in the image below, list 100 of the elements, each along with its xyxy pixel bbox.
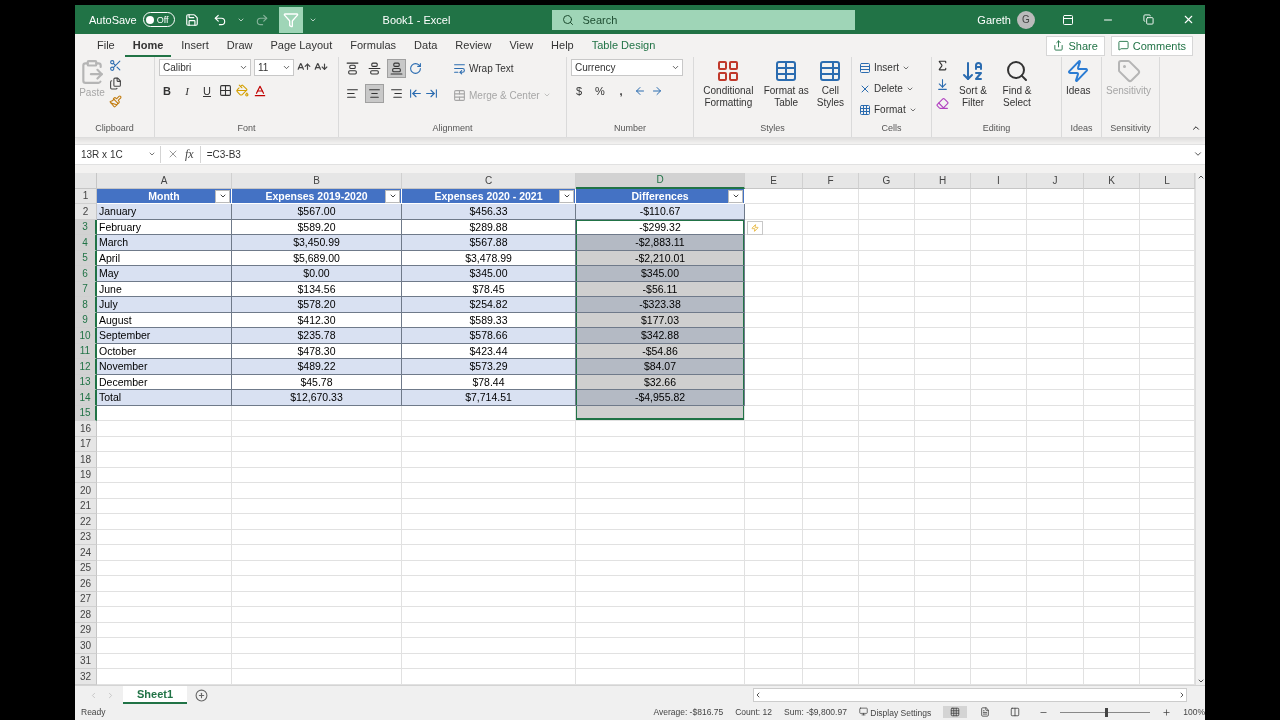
scroll-right-icon[interactable] (1178, 691, 1186, 700)
zoom-in-icon[interactable] (1162, 707, 1172, 717)
column-header[interactable]: L (1140, 172, 1195, 189)
decrease-indent-icon[interactable] (409, 86, 422, 100)
grid-icon[interactable] (859, 103, 871, 116)
grid-icon[interactable] (716, 58, 741, 83)
sort-filter-button[interactable]: Sort & Filter (953, 58, 993, 109)
copy-icon[interactable] (109, 76, 122, 90)
row-number[interactable]: 20 (75, 483, 97, 499)
font-size-field[interactable]: 11 (254, 58, 294, 76)
bold-button[interactable]: B (159, 82, 175, 99)
undo-icon[interactable] (212, 12, 227, 27)
share-button[interactable]: Share (1046, 35, 1105, 56)
underline-button[interactable]: U (199, 82, 215, 99)
restore-icon[interactable] (1142, 14, 1154, 26)
column-header[interactable]: A (97, 172, 232, 189)
menu-tab[interactable]: Formulas (342, 34, 405, 57)
avatar[interactable]: G (1017, 10, 1035, 29)
column-header[interactable]: C (402, 172, 576, 189)
name-box[interactable]: 13R x 1C (77, 145, 161, 163)
row-number[interactable]: 22 (75, 514, 97, 530)
menu-tab[interactable]: Insert (173, 34, 217, 57)
menu-tab[interactable]: File (89, 34, 123, 57)
speech-bubble-icon[interactable] (1117, 40, 1129, 52)
column-header[interactable]: K (1084, 172, 1140, 189)
align-center-icon[interactable] (368, 86, 381, 100)
lightning-icon[interactable] (1066, 58, 1091, 83)
column-header[interactable]: E (745, 172, 803, 189)
horizontal-scrollbar[interactable] (753, 688, 1187, 703)
row-number[interactable]: 10 (75, 328, 97, 344)
styles-button[interactable]: Conditional Formatting (698, 58, 759, 109)
insert-function-button[interactable]: fx (185, 146, 194, 162)
monitor-icon[interactable] (858, 706, 868, 716)
styles-button[interactable]: Cell Styles (813, 58, 847, 109)
row-number[interactable]: 6 (75, 266, 97, 282)
font-name-field[interactable]: Calibri (159, 58, 251, 76)
row-number[interactable]: 8 (75, 297, 97, 313)
display-settings-button[interactable]: Display Settings (858, 706, 932, 718)
menu-tab[interactable]: Table Design (583, 34, 664, 57)
borders-icon[interactable] (219, 84, 232, 98)
row-number[interactable]: 30 (75, 638, 97, 654)
cells-button[interactable]: Format (856, 100, 920, 119)
comma-style-button[interactable]: , (613, 82, 629, 99)
top-align-icon[interactable] (346, 61, 359, 75)
menu-tab[interactable]: Help (543, 34, 582, 57)
formula-field[interactable]: =C3-B3 (199, 145, 1205, 163)
table-icon[interactable] (774, 58, 799, 83)
row-number[interactable]: 2 (75, 204, 97, 220)
middle-align-icon[interactable] (368, 61, 381, 75)
wrap-text-button[interactable]: Wrap Text (450, 58, 554, 78)
currency-button[interactable]: $ (571, 82, 587, 99)
row-number[interactable]: 24 (75, 545, 97, 561)
font-color-icon[interactable] (253, 83, 267, 98)
bottom-align-icon[interactable] (390, 61, 403, 75)
wrap-text-icon[interactable] (453, 61, 466, 75)
column-header[interactable]: B (232, 172, 402, 189)
menu-tab[interactable]: View (501, 34, 542, 57)
styles-button[interactable]: Format as Table (762, 58, 810, 109)
italic-button[interactable]: I (179, 82, 195, 99)
columns-icon[interactable] (1010, 707, 1021, 718)
search-icon[interactable] (1005, 58, 1029, 83)
row-number[interactable]: 16 (75, 421, 97, 437)
fill-icon[interactable] (936, 77, 949, 91)
increase-indent-icon[interactable] (425, 86, 438, 100)
align-left-icon[interactable] (346, 86, 359, 100)
grid-icon[interactable] (950, 707, 961, 718)
orientation-icon[interactable] (409, 61, 422, 75)
menu-tab[interactable]: Page Layout (262, 34, 341, 57)
page-icon[interactable] (980, 707, 991, 718)
row-number[interactable]: 26 (75, 576, 97, 592)
menu-tab[interactable]: Draw (218, 34, 261, 57)
menu-tab[interactable]: Data (406, 34, 446, 57)
column-header[interactable]: H (915, 172, 971, 189)
column-header[interactable]: J (1027, 172, 1084, 189)
decrease-decimal-icon[interactable] (634, 84, 646, 97)
row-number[interactable]: 14 (75, 390, 97, 406)
ideas-button[interactable]: Ideas (1066, 58, 1091, 97)
ribbon-display-icon[interactable] (1062, 13, 1074, 26)
search-field[interactable]: Search (552, 9, 856, 30)
vertical-scrollbar[interactable] (1195, 172, 1205, 685)
zoom-slider-thumb[interactable] (1105, 707, 1109, 717)
column-header[interactable]: G (859, 172, 915, 189)
scroll-left-icon[interactable] (754, 691, 762, 700)
row-number[interactable]: 28 (75, 607, 97, 623)
add-sheet-icon[interactable] (195, 688, 209, 702)
find-select-button[interactable]: Find & Select (997, 58, 1037, 109)
row-number[interactable]: 4 (75, 235, 97, 251)
row-number[interactable]: 18 (75, 452, 97, 468)
share-icon[interactable] (1053, 40, 1065, 52)
menu-tab[interactable]: Review (447, 34, 500, 57)
eraser-icon[interactable] (936, 96, 949, 110)
number-format-field[interactable]: Currency (571, 58, 683, 76)
percent-button[interactable]: % (592, 82, 608, 99)
table-icon[interactable] (818, 58, 843, 83)
row-number[interactable]: 12 (75, 359, 97, 375)
cells-button[interactable]: Insert (856, 58, 920, 77)
scissors-icon[interactable] (109, 58, 122, 72)
sum-icon[interactable] (936, 58, 949, 72)
column-header[interactable]: F (803, 172, 859, 189)
row-number[interactable]: 32 (75, 669, 97, 685)
